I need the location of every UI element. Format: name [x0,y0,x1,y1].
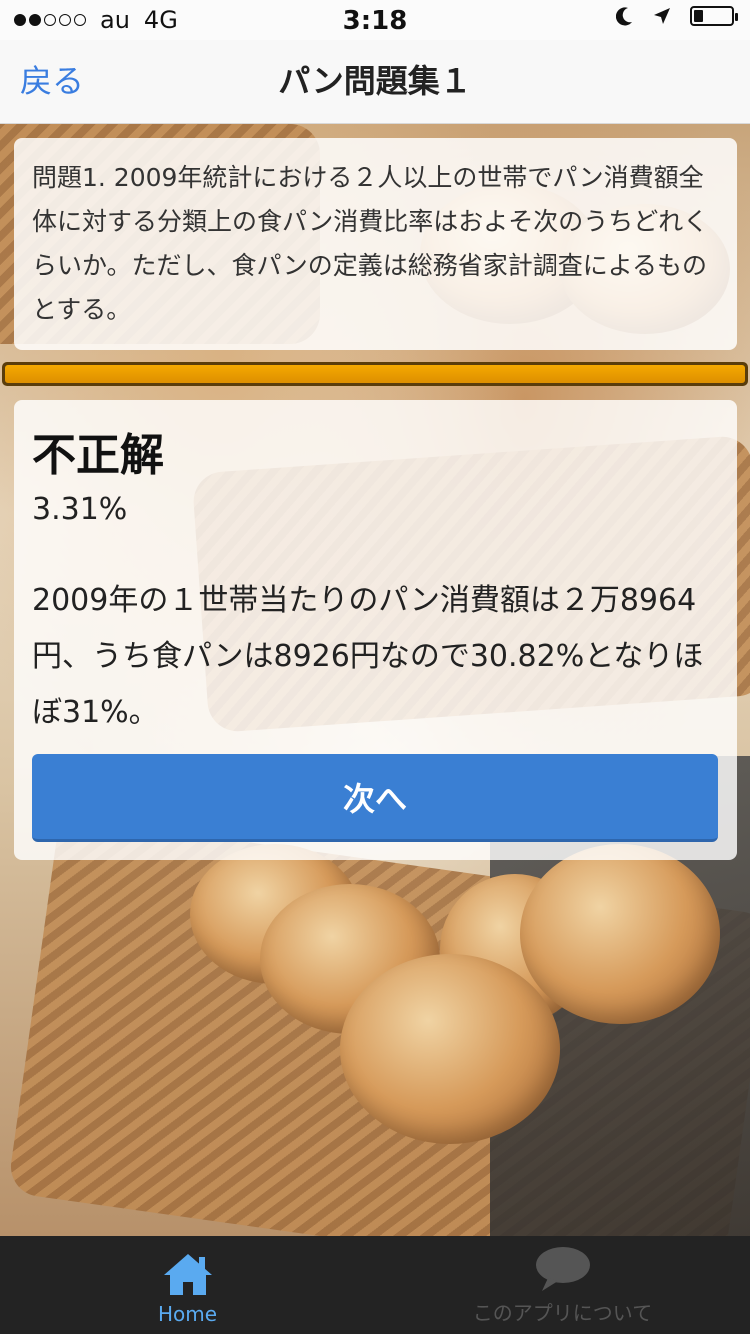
progress-bar [2,362,748,386]
next-button[interactable]: 次へ [32,754,718,842]
navigation-bar: 戻る パン問題集１ [0,40,750,124]
battery-level [694,10,703,22]
bread-roll-image [340,954,560,1144]
status-bar: au 4G 3:18 [0,0,750,40]
tab-about-app-label: このアプリについて [472,1301,653,1325]
page-title: パン問題集１ [278,62,472,100]
result-panel: 不正解 3.31% 2009年の１世帯当たりのパン消費額は２万8964円、うち食… [14,400,737,860]
result-title: 不正解 [32,430,164,481]
bread-roll-image [520,844,720,1024]
result-percent: 3.31% [32,492,128,527]
tab-home-label: Home [157,1302,218,1326]
home-icon [161,1248,215,1300]
status-right [616,6,738,26]
question-panel: 問題1. 2009年統計における２人以上の世帯でパン消費額全体に対する分類上の食… [14,138,737,350]
speech-bubble-icon [534,1243,592,1295]
progress-fill [5,365,745,383]
tab-home[interactable]: Home [0,1236,375,1334]
tab-bar: Home このアプリについて [0,1236,750,1334]
question-text: 問題1. 2009年統計における２人以上の世帯でパン消費額全体に対する分類上の食… [32,163,709,324]
location-arrow-icon [654,8,670,24]
moon-icon [616,7,632,26]
explanation-text: 2009年の１世帯当たりのパン消費額は２万8964円、うち食パンは8926円なの… [32,583,704,730]
battery-icon [690,6,738,26]
tab-about-app[interactable]: このアプリについて [375,1236,750,1334]
